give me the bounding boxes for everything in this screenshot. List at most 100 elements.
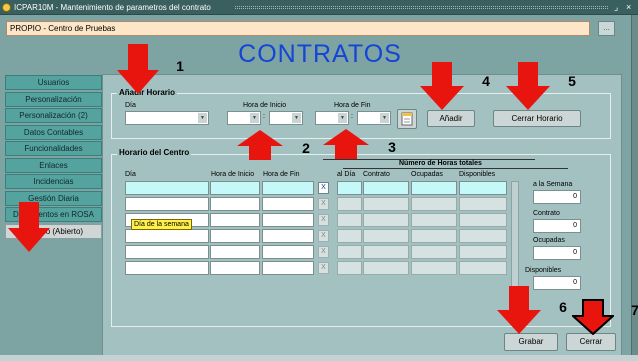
row-per-day — [337, 181, 362, 195]
col-start: Hora de Inicio — [211, 171, 255, 178]
time-separator: : — [351, 113, 353, 120]
close-schedule-button[interactable]: Cerrar Horario — [493, 110, 581, 127]
day-tooltip: Día de la semana — [131, 219, 192, 230]
delete-row-button[interactable]: X — [318, 182, 329, 194]
marker-arrow-7: 7 — [570, 299, 638, 336]
row-contract — [363, 197, 409, 211]
row-contract — [363, 229, 409, 243]
tab-enlaces[interactable]: Enlaces — [5, 157, 102, 173]
tab-datos-contables[interactable]: Datos Contables — [5, 124, 102, 140]
company-field[interactable]: PROPIO - Centro de Pruebas — [6, 21, 590, 36]
delete-row-button[interactable]: X — [318, 214, 329, 226]
add-schedule-button[interactable]: Añadir — [427, 110, 475, 127]
day-select[interactable]: ▼ — [125, 111, 209, 125]
chevron-down-icon: ▼ — [292, 113, 301, 123]
row-start[interactable] — [210, 245, 260, 259]
marker-label-3: 3 — [388, 139, 396, 155]
row-end[interactable] — [262, 197, 314, 211]
row-day[interactable] — [125, 229, 209, 243]
horario-panel: Añadir Horario Día ▼ Hora de Inicio ▼ : … — [102, 74, 622, 358]
row-start[interactable] — [210, 229, 260, 243]
close-window-icon[interactable]: × — [626, 0, 631, 15]
row-start[interactable] — [210, 181, 260, 195]
marker-arrow-1: 1 — [117, 44, 184, 94]
row-end[interactable] — [262, 229, 314, 243]
delete-row-button[interactable]: X — [318, 246, 329, 258]
marker-arrow-school — [8, 202, 50, 252]
row-contract — [363, 261, 409, 275]
end-hour-select[interactable]: ▼ — [315, 111, 349, 125]
delete-row-button[interactable]: X — [318, 198, 329, 210]
row-per-day — [337, 261, 362, 275]
summary-week-value: 0 — [533, 190, 581, 204]
row-per-day — [337, 197, 362, 211]
row-per-day — [337, 213, 362, 227]
status-bar — [0, 355, 638, 361]
time-separator: : — [263, 113, 265, 120]
row-day[interactable] — [125, 181, 209, 195]
end-minute-select[interactable]: ▼ — [357, 111, 391, 125]
row-available — [459, 261, 507, 275]
marker-arrow-4: 4 — [420, 62, 490, 110]
notepad-icon[interactable] — [397, 109, 417, 129]
row-per-day — [337, 229, 362, 243]
title-bar: ICPAR10M - Mantenimiento de parametros d… — [0, 0, 638, 15]
tab-personalizacion-2[interactable]: Personalización (2) — [5, 108, 102, 123]
company-lookup-button[interactable]: ... — [598, 21, 615, 36]
day-label: Día — [125, 102, 136, 109]
row-contract — [363, 245, 409, 259]
end-time-label: Hora de Fin — [334, 102, 371, 109]
marker-arrow-5: 5 — [506, 62, 576, 110]
close-button[interactable]: Cerrar — [566, 333, 616, 351]
delete-row-button[interactable]: X — [318, 230, 329, 242]
start-hour-select[interactable]: ▼ — [227, 111, 261, 125]
chevron-down-icon: ▼ — [198, 113, 207, 123]
row-available — [459, 197, 507, 211]
marker-arrow-6: 6 — [497, 286, 567, 334]
row-available — [459, 229, 507, 243]
row-occupied — [411, 213, 457, 227]
marker-arrow-3: 3 — [323, 129, 396, 159]
tab-usuarios[interactable]: Usuarios — [5, 75, 102, 90]
summary-occupied-value: 0 — [533, 246, 581, 260]
tab-personalizacion[interactable]: Personalización — [5, 91, 102, 107]
row-available — [459, 181, 507, 195]
row-start[interactable] — [210, 197, 260, 211]
restore-icon[interactable]: ⌟ — [614, 0, 618, 15]
delete-row-button[interactable]: X — [318, 262, 329, 274]
row-end[interactable] — [262, 213, 314, 227]
start-minute-select[interactable]: ▼ — [269, 111, 303, 125]
row-occupied — [411, 229, 457, 243]
tab-incidencias[interactable]: Incidencias — [5, 174, 102, 189]
row-day[interactable] — [125, 245, 209, 259]
marker-label-4: 4 — [482, 73, 490, 89]
table-scrollbar[interactable] — [511, 181, 519, 293]
tab-funcionalidades[interactable]: Funcionalidades — [5, 141, 102, 156]
row-available — [459, 213, 507, 227]
totals-header: Número de Horas totales — [399, 160, 482, 167]
row-day[interactable] — [125, 261, 209, 275]
row-contract — [363, 181, 409, 195]
chevron-down-icon: ▼ — [380, 113, 389, 123]
row-end[interactable] — [262, 261, 314, 275]
row-start[interactable] — [210, 261, 260, 275]
marker-label-1: 1 — [176, 58, 184, 74]
marker-label-5: 5 — [568, 73, 576, 89]
col-end: Hora de Fin — [263, 171, 300, 178]
start-time-label: Hora de Inicio — [243, 102, 287, 109]
row-start[interactable] — [210, 213, 260, 227]
row-end[interactable] — [262, 245, 314, 259]
col-day: Día — [125, 171, 136, 178]
summary-contract-value: 0 — [533, 219, 581, 233]
row-contract — [363, 213, 409, 227]
save-button[interactable]: Grabar — [504, 333, 558, 351]
col-contract: Contrato — [363, 171, 390, 178]
row-occupied — [411, 197, 457, 211]
app-icon — [2, 3, 11, 12]
chevron-down-icon: ▼ — [338, 113, 347, 123]
row-available — [459, 245, 507, 259]
row-day[interactable] — [125, 197, 209, 211]
title-bar-grip — [235, 6, 608, 9]
marker-arrow-2: 2 — [237, 130, 310, 160]
row-end[interactable] — [262, 181, 314, 195]
